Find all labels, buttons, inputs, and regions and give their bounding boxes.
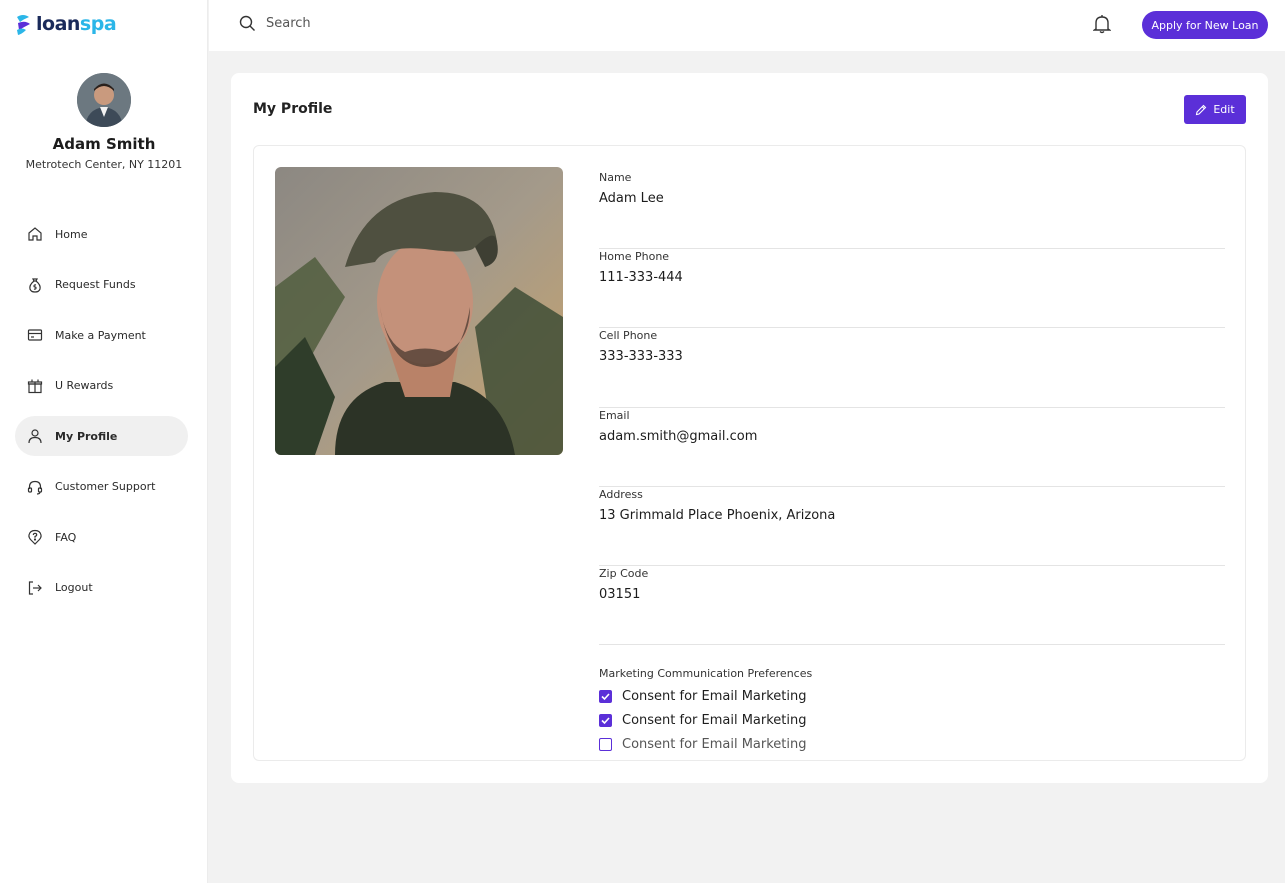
question-icon xyxy=(28,529,42,545)
check-icon xyxy=(601,717,610,725)
user-name: Adam Smith xyxy=(52,135,156,153)
sidebar-item-label: My Profile xyxy=(55,429,118,443)
field-label: Email xyxy=(599,408,630,422)
sidebar-item-home[interactable]: Home xyxy=(15,214,188,254)
field-zip-code: Zip Code 03151 xyxy=(599,566,1225,646)
field-label: Address xyxy=(599,487,643,501)
sidebar-item-faq[interactable]: FAQ xyxy=(15,517,188,557)
sidebar-item-label: Home xyxy=(55,227,88,241)
pencil-icon xyxy=(1196,104,1207,115)
logo[interactable]: loanspa xyxy=(15,13,117,35)
search-icon xyxy=(239,15,255,31)
avatar[interactable] xyxy=(77,73,131,127)
edit-button-label: Edit xyxy=(1213,103,1235,116)
apply-new-loan-button[interactable]: Apply for New Loan xyxy=(1142,11,1268,39)
sidebar-item-label: Request Funds xyxy=(55,278,136,291)
checkbox-checked[interactable] xyxy=(599,714,612,728)
checkbox-checked[interactable] xyxy=(599,690,612,704)
pref-label: Consent for Email Marketing xyxy=(622,713,807,729)
marketing-preferences: Marketing Communication Preferences Cons… xyxy=(599,645,1225,752)
pref-label: Consent for Email Marketing xyxy=(622,737,807,753)
field-label: Home Phone xyxy=(599,250,670,264)
field-home-phone: Home Phone 111-333-444 xyxy=(599,249,1225,329)
field-address: Address 13 Grimmald Place Phoenix, Arizo… xyxy=(599,487,1225,566)
field-email: Email adam.smith@gmail.com xyxy=(599,408,1225,487)
profile-fields: Name Adam Lee Home Phone 111-333-444 Cel… xyxy=(599,170,1225,752)
page-title: My Profile xyxy=(253,101,333,117)
top-bar: Search Apply for New Loan xyxy=(209,0,1285,51)
user-address: Metrotech Center, NY 11201 xyxy=(25,158,183,171)
user-icon xyxy=(28,429,42,444)
field-name: Name Adam Lee xyxy=(599,170,1225,250)
logo-mark-icon xyxy=(17,15,30,35)
sidebar-item-label: Customer Support xyxy=(55,480,156,493)
sidebar-item-request-funds[interactable]: Request Funds xyxy=(15,265,188,305)
field-label: Cell Phone xyxy=(599,329,658,343)
field-label: Name xyxy=(599,171,632,184)
user-block: Adam Smith Metrotech Center, NY 11201 xyxy=(0,73,208,171)
sidebar-item-label: Make a Payment xyxy=(55,328,146,342)
sidebar-nav: Home Request Funds Make a Payment U Rewa… xyxy=(15,214,188,618)
sidebar-item-logout[interactable]: Logout xyxy=(15,568,188,608)
sidebar-item-label: U Rewards xyxy=(55,379,114,392)
field-value: Adam Lee xyxy=(599,191,664,206)
checkbox-unchecked[interactable] xyxy=(599,738,612,752)
pref-label: Consent for Email Marketing xyxy=(622,689,807,705)
field-value: 13 Grimmald Place Phoenix, Arizona xyxy=(599,507,836,523)
search-input[interactable]: Search xyxy=(266,16,311,31)
home-icon xyxy=(28,227,42,241)
sidebar: loanspa Adam Smith Metrotech Center, NY … xyxy=(0,0,208,883)
headset-icon xyxy=(27,480,43,495)
bell-icon[interactable] xyxy=(1093,14,1111,34)
gift-icon xyxy=(27,379,43,393)
check-icon xyxy=(601,693,610,701)
sidebar-item-label: FAQ xyxy=(55,530,77,544)
logout-icon xyxy=(28,580,42,595)
credit-card-icon xyxy=(27,329,43,341)
logo-text: loanspa xyxy=(36,13,117,35)
sidebar-item-my-profile[interactable]: My Profile xyxy=(15,416,188,456)
search-box[interactable]: Search xyxy=(239,15,311,32)
profile-card: My Profile Edit Name Adam Lee Home Phone… xyxy=(231,73,1268,783)
prefs-label: Marketing Communication Preferences xyxy=(599,667,813,681)
field-cell-phone: Cell Phone 333-333-333 xyxy=(599,328,1225,408)
money-bag-icon xyxy=(29,277,41,293)
pref-option[interactable]: Consent for Email Marketing xyxy=(599,713,1225,728)
field-value: 333-333-333 xyxy=(599,349,683,365)
pref-option[interactable]: Consent for Email Marketing xyxy=(599,737,1225,752)
field-value: 03151 xyxy=(599,586,641,602)
sidebar-item-make-payment[interactable]: Make a Payment xyxy=(15,315,188,355)
field-value: 111-333-444 xyxy=(599,270,683,286)
profile-photo xyxy=(275,167,563,455)
pref-option[interactable]: Consent for Email Marketing xyxy=(599,689,1225,704)
sidebar-item-label: Logout xyxy=(55,581,93,594)
edit-button[interactable]: Edit xyxy=(1184,95,1246,124)
profile-details-panel: Name Adam Lee Home Phone 111-333-444 Cel… xyxy=(253,145,1246,761)
field-label: Zip Code xyxy=(599,566,649,580)
sidebar-item-customer-support[interactable]: Customer Support xyxy=(15,467,188,507)
field-value: adam.smith@gmail.com xyxy=(599,428,758,444)
sidebar-item-u-rewards[interactable]: U Rewards xyxy=(15,366,188,406)
